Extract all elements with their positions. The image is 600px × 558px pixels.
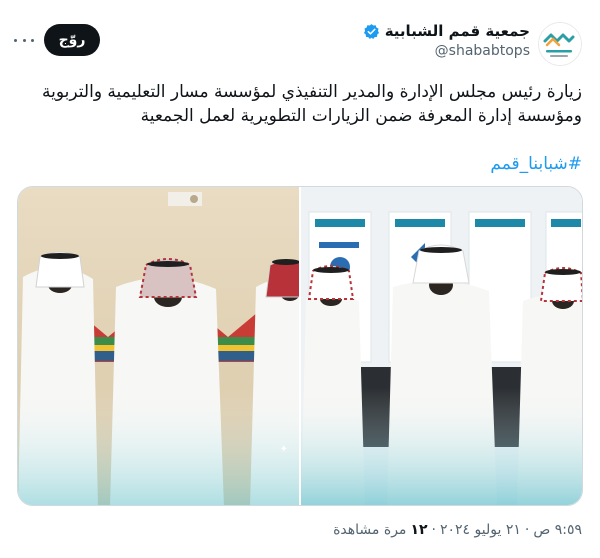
tweet-text: زيارة رئيس مجلس الإدارة والمدير التنفيذي… [42, 82, 582, 126]
meta-separator: · [431, 522, 436, 538]
tweet-time[interactable]: ٩:٥٩ ص [533, 522, 582, 538]
media-gallery: ✦ [17, 186, 583, 506]
hashtag-link[interactable]: #شبابنا_قمم [490, 152, 582, 176]
author-avatar[interactable] [538, 22, 582, 66]
svg-text:✦: ✦ [280, 444, 288, 455]
promote-button[interactable]: روّج [44, 24, 100, 56]
tweet-card: جمعية قمم الشبابية @shababtops روّج زيار… [0, 0, 600, 558]
tweet-meta: ٩:٥٩ ص · ٢١ يوليو ٢٠٢٤ · ١٢ مرة مشاهدة [333, 522, 582, 538]
photo-2[interactable] [301, 187, 582, 505]
views-label: مرة مشاهدة [333, 522, 407, 538]
views-count: ١٢ [410, 522, 428, 538]
photo-1[interactable]: ✦ [18, 187, 299, 505]
author-info[interactable]: جمعية قمم الشبابية @shababtops [363, 22, 530, 59]
qimam-logo-icon [539, 23, 581, 65]
visit-photo-image [301, 187, 582, 505]
group-photo-image: ✦ [18, 187, 299, 505]
tweet-date[interactable]: ٢١ يوليو ٢٠٢٤ [440, 522, 521, 538]
verified-badge-icon [363, 23, 379, 39]
author-display-name[interactable]: جمعية قمم الشبابية [385, 22, 530, 40]
more-options-icon[interactable] [14, 31, 34, 49]
meta-separator: · [524, 522, 530, 538]
author-handle[interactable]: @shababtops [363, 43, 530, 59]
